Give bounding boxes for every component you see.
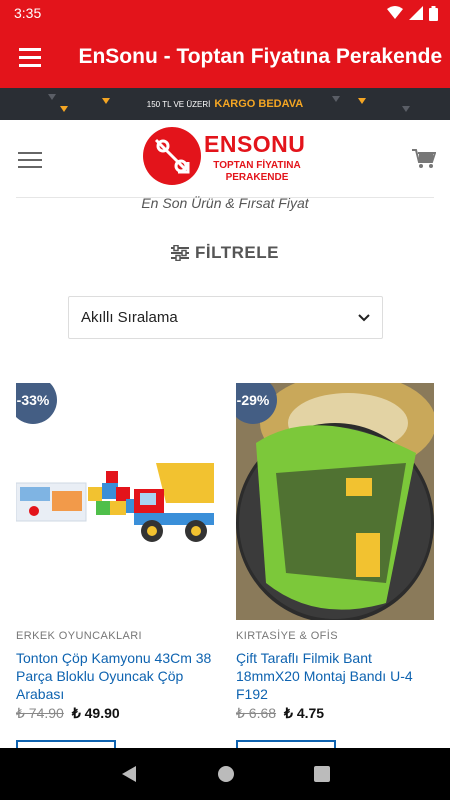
app-menu-icon[interactable] (0, 26, 59, 88)
logo-tagline-line2: PERAKENDE (225, 172, 289, 183)
status-icons (387, 5, 438, 21)
filter-icon (171, 245, 190, 261)
new-price: ₺ 4.75 (284, 705, 325, 721)
product-category[interactable]: ERKEK OYUNCAKLARI (16, 630, 214, 642)
site-logo[interactable]: ENSONU TOPTAN FİYATINA PERAKENDE (142, 124, 312, 188)
site-header: ENSONU TOPTAN FİYATINA PERAKENDE (0, 120, 450, 198)
product-prices: ₺ 6.68 ₺ 4.75 (236, 705, 434, 722)
logo-tagline: TOPTAN FİYATINA PERAKENDE (202, 160, 312, 184)
cart-icon[interactable] (412, 148, 436, 170)
signal-icon (409, 6, 423, 20)
product-prices: ₺ 74.90 ₺ 49.90 (16, 705, 214, 722)
system-nav-bar (0, 748, 450, 800)
sort-selected: Akıllı Sıralama (81, 309, 178, 326)
sort-select[interactable]: Akıllı Sıralama (68, 296, 383, 339)
new-price: ₺ 49.90 (71, 705, 120, 721)
logo-percent-icon (143, 127, 201, 185)
promo-banner[interactable]: 150 TL VE ÜZERİ KARGO BEDAVA (0, 88, 450, 120)
page-tagline: En Son Ürün & Fırsat Fiyat (141, 195, 309, 211)
product-category[interactable]: KIRTASİYE & OFİS (236, 630, 434, 642)
home-icon[interactable] (217, 765, 235, 783)
product-image[interactable]: -29% (236, 383, 434, 620)
product-image[interactable]: -33% (16, 383, 214, 620)
logo-tagline-line1: TOPTAN FİYATINA (213, 160, 301, 171)
promo-text: 150 TL VE ÜZERİ (146, 99, 211, 109)
promo-highlight: KARGO BEDAVA (214, 98, 304, 110)
recents-icon[interactable] (314, 766, 331, 782)
product-card[interactable]: -33% ERKEK OYUNCAKLARI Tonton Çöp Kamyon… (16, 383, 214, 766)
wifi-icon (387, 6, 403, 19)
product-card[interactable]: -29% KIRTASİYE & OFİS Çift Taraflı Filmi… (236, 383, 434, 766)
battery-icon (429, 5, 438, 21)
filter-button[interactable]: FİLTRELE (0, 243, 450, 263)
logo-brand: ENSONU (204, 131, 306, 157)
status-bar: 3:35 (0, 0, 450, 26)
back-icon[interactable] (120, 765, 138, 783)
app-bar: EnSonu - Toptan Fiyatına Perakende (0, 26, 450, 88)
menu-icon[interactable] (18, 152, 42, 168)
product-name[interactable]: Çift Taraflı Filmik Bant 18mmX20 Montaj … (236, 649, 434, 703)
chevron-down-icon (358, 313, 370, 321)
filter-label: FİLTRELE (195, 243, 279, 262)
old-price: ₺ 74.90 (16, 705, 64, 721)
product-name[interactable]: Tonton Çöp Kamyonu 43Cm 38 Parça Bloklu … (16, 649, 214, 703)
app-title: EnSonu - Toptan Fiyatına Perakende (78, 45, 443, 68)
status-time: 3:35 (14, 5, 42, 21)
old-price: ₺ 6.68 (236, 705, 277, 721)
